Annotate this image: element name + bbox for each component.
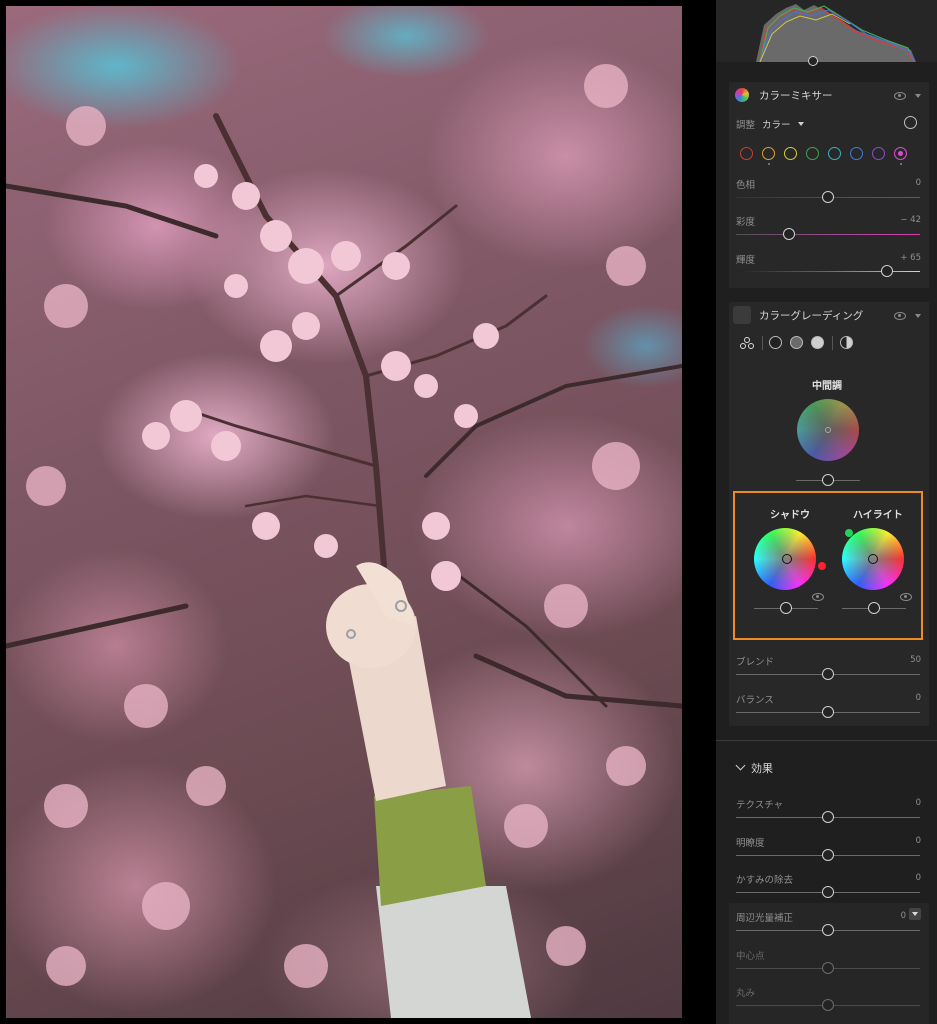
midpoint-label: 中心点 [736, 951, 765, 962]
texture-slider[interactable] [822, 811, 834, 823]
effects-header[interactable]: 効果 [729, 748, 929, 778]
hue-value: 0 [915, 178, 921, 188]
blend-label: ブレンド [736, 657, 775, 668]
effects-expand-chevron-icon[interactable] [735, 760, 746, 771]
hue-label: 色相 [736, 180, 756, 191]
luminance-value: + 65 [900, 253, 921, 263]
color-grading-header[interactable]: カラーグレーディング [729, 302, 929, 328]
adjust-dropdown-chevron-icon[interactable] [798, 122, 804, 126]
global-mode-icon[interactable] [840, 336, 853, 349]
color-swatch-indicator [767, 163, 770, 165]
shadows-mode-icon[interactable] [769, 336, 782, 349]
color-mixer-collapse-icon[interactable] [915, 94, 921, 98]
dehaze-label: かすみの除去 [736, 875, 794, 886]
hue-slider[interactable] [822, 191, 834, 203]
balance-value: 0 [915, 693, 921, 703]
midpoint-slider[interactable] [822, 962, 834, 974]
vignette-value: 0 [900, 911, 906, 921]
midtones-label: 中間調 [812, 381, 842, 392]
blend-value: 50 [910, 655, 921, 665]
texture-label: テクスチャ [736, 800, 784, 811]
clarity-label: 明瞭度 [736, 838, 765, 849]
color-swatch-indicator [899, 163, 902, 165]
target-adjust-icon[interactable] [904, 116, 917, 129]
midtones-luminance-slider[interactable] [822, 474, 834, 486]
color-mixer-visibility-icon[interactable] [894, 92, 906, 100]
color-swatch-8[interactable] [894, 147, 907, 160]
color-swatch-1[interactable] [740, 147, 753, 160]
roundness-label: 丸み [736, 988, 756, 999]
vignette-label: 周辺光量補正 [736, 913, 794, 924]
color-grading-collapse-icon[interactable] [915, 314, 921, 318]
roundness-slider[interactable] [822, 999, 834, 1011]
luminance-label: 輝度 [736, 255, 756, 266]
balance-slider[interactable] [822, 706, 834, 718]
photo-preview[interactable] [6, 6, 682, 1018]
color-grading-icon [733, 306, 751, 324]
color-mixer-icon [735, 88, 749, 102]
effects-title: 効果 [751, 762, 773, 775]
blend-slider[interactable] [822, 668, 834, 680]
color-mixer-title: カラーミキサー [759, 90, 833, 102]
midtones-wheel-center[interactable] [825, 427, 831, 433]
clarity-value: 0 [915, 836, 921, 846]
adjust-dropdown[interactable]: カラー [762, 117, 791, 131]
grading-mode-divider [762, 336, 763, 350]
luminance-slider[interactable] [880, 265, 893, 277]
color-swatch-6[interactable] [850, 147, 863, 160]
grading-mode-divider-2 [832, 336, 833, 350]
color-swatch-3[interactable] [784, 147, 797, 160]
highlights-mode-icon[interactable] [811, 336, 824, 349]
adjust-label: 調整 [736, 120, 756, 131]
saturation-value: − 42 [900, 215, 921, 225]
histogram [716, 0, 937, 66]
section-divider [716, 740, 937, 741]
color-grading-visibility-icon[interactable] [894, 312, 906, 320]
photo-content [6, 64, 682, 1018]
color-swatch-5[interactable] [828, 147, 841, 160]
color-mixer-header[interactable]: カラーミキサー [729, 82, 929, 108]
vignette-options-button[interactable] [909, 908, 921, 920]
histogram-handle[interactable] [808, 56, 818, 66]
vignette-slider[interactable] [822, 924, 834, 936]
dehaze-value: 0 [915, 873, 921, 883]
color-grading-title: カラーグレーディング [759, 310, 864, 322]
color-swatch-4[interactable] [806, 147, 819, 160]
three-way-mode-icon[interactable] [740, 337, 754, 349]
balance-label: バランス [736, 695, 774, 706]
color-swatch-7[interactable] [872, 147, 885, 160]
split-toning-highlight-frame [733, 491, 923, 640]
midtones-mode-icon[interactable] [790, 336, 803, 349]
vignette-options-chevron-icon [912, 912, 918, 916]
saturation-track[interactable] [736, 234, 920, 235]
color-swatch-2[interactable] [762, 147, 775, 160]
texture-value: 0 [915, 798, 921, 808]
saturation-label: 彩度 [736, 217, 756, 228]
histogram-graph [756, 4, 916, 62]
dehaze-slider[interactable] [822, 886, 834, 898]
clarity-slider[interactable] [822, 849, 834, 861]
